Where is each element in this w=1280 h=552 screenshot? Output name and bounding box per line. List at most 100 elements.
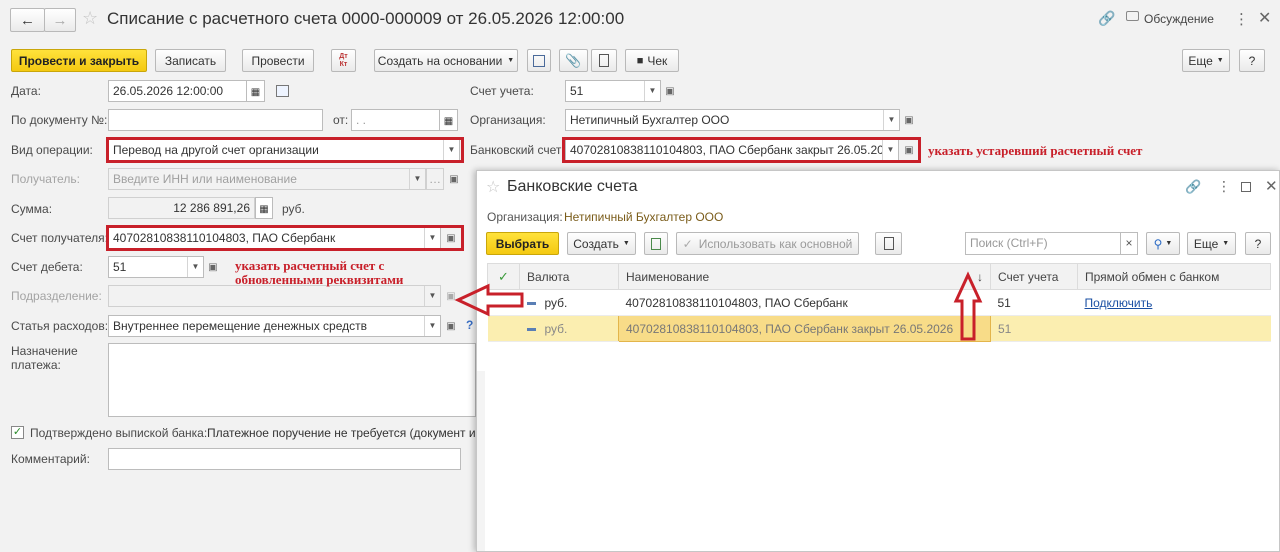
save-button[interactable]: Записать	[155, 49, 226, 72]
sum-currency: руб.	[282, 202, 305, 216]
chevron-down-icon[interactable]: ▼	[424, 316, 440, 336]
division-open-icon[interactable]: ▣	[443, 286, 459, 306]
row-account[interactable]: 51	[990, 315, 1078, 342]
chevron-down-icon: ▼	[622, 240, 630, 247]
copy-button[interactable]	[644, 232, 668, 255]
clear-search-button[interactable]: ×	[1120, 232, 1138, 255]
list-button[interactable]	[875, 232, 902, 255]
sum-value: 12 286 891,26	[173, 201, 250, 215]
scrollbar[interactable]	[477, 371, 485, 551]
debit-value: 51	[113, 260, 127, 274]
header-currency[interactable]: Валюта	[519, 263, 619, 290]
date-settings-icon[interactable]	[276, 85, 289, 97]
account-select[interactable]: 51 ▼	[565, 80, 661, 102]
debit-open-icon[interactable]: ▣	[205, 257, 221, 277]
header-check-column[interactable]: ✓	[487, 263, 520, 290]
header-account[interactable]: Счет учета	[990, 263, 1078, 290]
attach-button[interactable]: 📎	[559, 49, 588, 72]
menu-dots-icon[interactable]: ⋮	[1234, 10, 1249, 28]
operation-label: Вид операции:	[11, 143, 93, 157]
print-button[interactable]	[591, 49, 617, 72]
account-open-icon[interactable]: ▣	[662, 81, 678, 101]
forward-button[interactable]: →	[44, 8, 76, 32]
calculator-button[interactable]: ▦	[255, 197, 273, 219]
expense-label: Статья расходов:	[11, 319, 109, 333]
debit-select[interactable]: 51 ▼	[108, 256, 204, 278]
close-icon[interactable]: ✕	[1258, 8, 1271, 28]
discussion-link[interactable]: Обсуждение	[1144, 12, 1214, 26]
row-name[interactable]: 40702810838110104803, ПАО Сбербанк	[618, 289, 991, 316]
payee-open-icon[interactable]: ▣	[446, 169, 462, 189]
table-row[interactable]: руб. 40702810838110104803, ПАО Сбербанк …	[487, 289, 1271, 316]
sum-field[interactable]: 12 286 891,26	[108, 197, 255, 219]
organization-select[interactable]: Нетипичный Бухгалтер ООО ▼	[565, 109, 900, 131]
dialog-help-button[interactable]: ?	[1245, 232, 1271, 255]
use-as-main-label: Использовать как основной	[698, 236, 853, 251]
dialog-org-value[interactable]: Нетипичный Бухгалтер ООО	[564, 210, 723, 224]
post-and-close-button[interactable]: Провести и закрыть	[11, 49, 147, 72]
select-button[interactable]: Выбрать	[486, 232, 559, 255]
from-calendar-button[interactable]: ▦	[439, 109, 458, 131]
discussion-icon[interactable]	[1126, 11, 1139, 21]
more-label: Еще	[1188, 53, 1213, 68]
header-name[interactable]: Наименование ↓	[618, 263, 991, 290]
structure-button[interactable]	[527, 49, 551, 72]
dialog-more-button[interactable]: Еще ▼	[1187, 232, 1236, 255]
more-button[interactable]: Еще ▼	[1182, 49, 1230, 72]
organization-open-icon[interactable]: ▣	[901, 110, 917, 130]
confirmed-checkbox[interactable]: ✓	[11, 426, 24, 439]
expense-open-icon[interactable]: ▣	[443, 316, 459, 336]
chevron-down-icon[interactable]: ▼	[644, 81, 660, 101]
division-label: Подразделение:	[11, 289, 102, 303]
organization-value: Нетипичный Бухгалтер ООО	[570, 113, 730, 127]
row-currency-cell[interactable]: руб.	[519, 289, 619, 316]
payee-choose-button[interactable]: …	[426, 168, 444, 190]
payee-field[interactable]: Введите ИНН или наименование ▼	[108, 168, 426, 190]
page-title: Списание с расчетного счета 0000-000009 …	[107, 9, 625, 28]
link-icon[interactable]: 🔗	[1185, 179, 1201, 195]
row-name-selected[interactable]: 40702810838110104803, ПАО Сбербанк закры…	[618, 315, 991, 342]
from-label: от:	[333, 113, 349, 127]
link-icon[interactable]: 🔗	[1098, 10, 1115, 27]
chevron-down-icon[interactable]: ▼	[424, 286, 440, 306]
division-select[interactable]: ▼	[108, 285, 441, 307]
post-button[interactable]: Провести	[242, 49, 314, 72]
row-account[interactable]: 51	[990, 289, 1078, 316]
connect-link[interactable]: Подключить	[1085, 296, 1153, 310]
chevron-down-icon[interactable]: ▼	[409, 169, 425, 189]
row-exchange[interactable]	[1077, 315, 1271, 342]
chevron-down-icon[interactable]: ▼	[883, 110, 899, 130]
close-icon[interactable]: ✕	[1265, 177, 1278, 195]
create-based-button[interactable]: Создать на основании ▼	[374, 49, 518, 72]
row-marker-icon	[487, 315, 520, 342]
calendar-button[interactable]: ▦	[246, 80, 265, 102]
comment-field[interactable]	[108, 448, 461, 470]
header-exchange[interactable]: Прямой обмен с банком	[1077, 263, 1271, 290]
favorite-star-icon[interactable]: ☆	[82, 8, 98, 29]
from-date-field[interactable]: . .	[351, 109, 440, 131]
expense-select[interactable]: Внутреннее перемещение денежных средств …	[108, 315, 441, 337]
row-exchange-link[interactable]: Подключить	[1077, 289, 1271, 316]
maximize-icon[interactable]	[1241, 182, 1251, 192]
dt-kt-button[interactable]: Дт Кт	[331, 49, 356, 72]
date-field[interactable]: 26.05.2026 12:00:00	[108, 80, 247, 102]
row-marker-icon	[487, 289, 520, 316]
purpose-textarea[interactable]	[108, 343, 476, 417]
confirmed-value[interactable]: Платежное поручение не требуется (докуме…	[207, 426, 488, 440]
back-button[interactable]: ←	[10, 8, 45, 32]
help-icon[interactable]: ?	[466, 318, 473, 332]
create-button[interactable]: Создать ▼	[567, 232, 636, 255]
chevron-down-icon[interactable]: ▼	[187, 257, 203, 277]
help-button[interactable]: ?	[1239, 49, 1265, 72]
use-as-main-button[interactable]: ✓ Использовать как основной	[676, 232, 859, 255]
dialog-more-label: Еще	[1193, 236, 1219, 251]
payee-placeholder: Введите ИНН или наименование	[113, 172, 297, 186]
menu-dots-icon[interactable]: ⋮	[1217, 178, 1231, 195]
search-button[interactable]: ⚲ ▼	[1146, 232, 1180, 255]
search-input[interactable]: Поиск (Ctrl+F)	[965, 232, 1121, 255]
doc-number-field[interactable]	[108, 109, 323, 131]
table-row-selected[interactable]: руб. 40702810838110104803, ПАО Сбербанк …	[487, 315, 1271, 342]
row-currency-cell[interactable]: руб.	[519, 315, 619, 342]
check-button[interactable]: ■ Чек	[625, 49, 679, 72]
favorite-star-icon[interactable]: ☆	[486, 177, 500, 197]
